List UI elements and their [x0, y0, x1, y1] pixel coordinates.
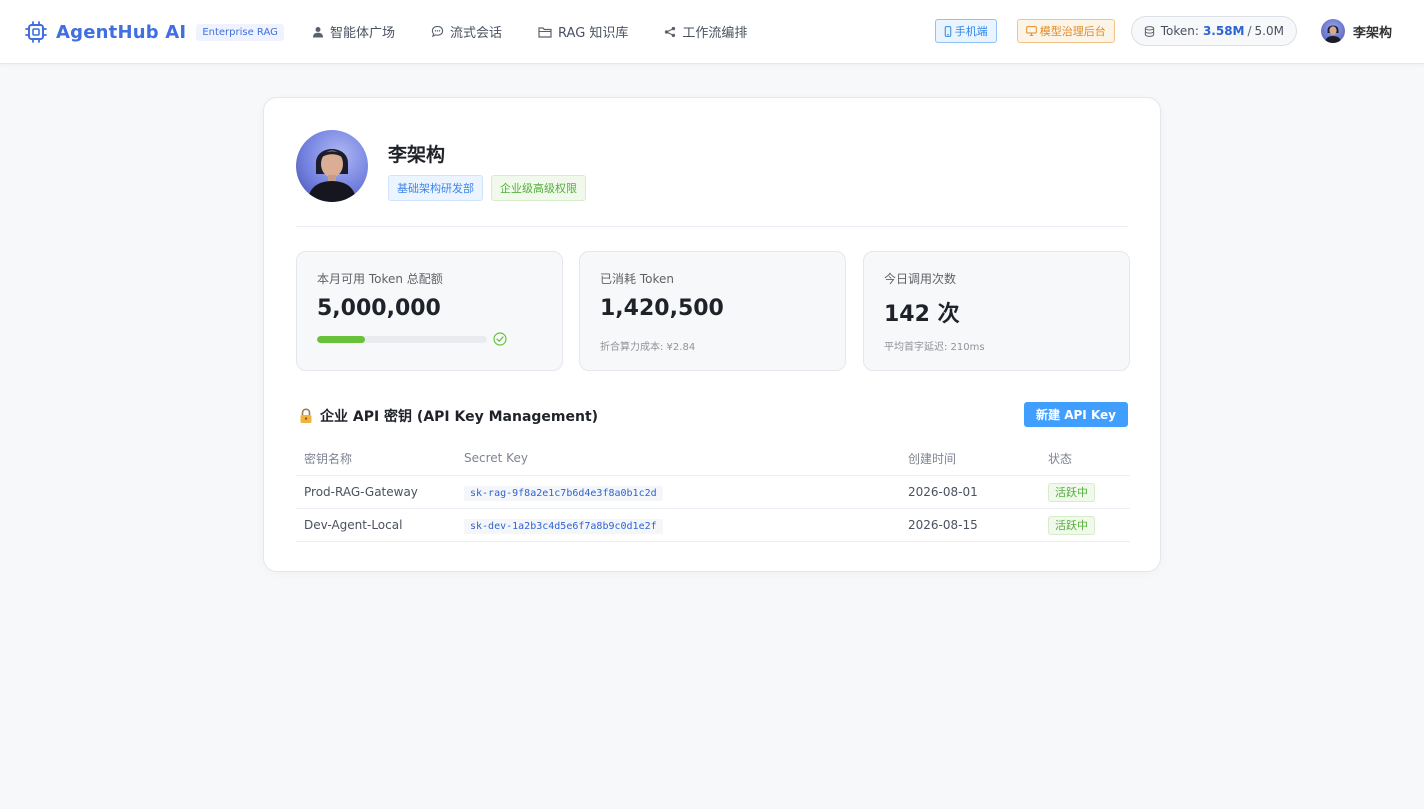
- stat-label: 今日调用次数: [884, 272, 957, 286]
- api-section-title: 企业 API 密钥 (API Key Management): [298, 406, 598, 426]
- mobile-button[interactable]: 手机端: [934, 19, 997, 43]
- nav-label: 智能体广场: [330, 26, 396, 41]
- api-title-text: 企业 API 密钥 (API Key Management): [320, 409, 599, 425]
- column-header-secret-key: Secret Key: [456, 442, 900, 476]
- avatar: [296, 130, 368, 202]
- stat-value: 142 次: [884, 302, 960, 327]
- stat-label: 本月可用 Token 总配额: [317, 272, 443, 286]
- key-name: Dev-Agent-Local: [296, 508, 456, 542]
- stat-card-token-consumed: 已消耗 Token 1,420,500 折合算力成本: ¥2.84: [579, 251, 846, 371]
- lock-icon: [300, 408, 312, 423]
- brand[interactable]: AgentHub AI Enterprise RAG: [24, 20, 284, 44]
- table-row[interactable]: Prod-RAG-Gateway sk-rag-9f8a2e1c7b6d4e3f…: [296, 475, 1130, 509]
- profile-name: 李架构: [388, 144, 446, 166]
- status-badge: 活跃中: [1048, 515, 1095, 535]
- token-total: 5.0M: [1254, 24, 1284, 38]
- profile-info: 李架构 基础架构研发部 企业级高级权限: [388, 130, 586, 202]
- secret-key-cell: sk-rag-9f8a2e1c7b6d4e3f8a0b1c2d: [456, 475, 900, 509]
- permission-tag: 企业级高级权限: [491, 175, 586, 201]
- model-admin-label: 模型治理后台: [1039, 25, 1106, 38]
- mobile-label: 手机端: [954, 25, 988, 38]
- check-circle-icon: [493, 332, 507, 346]
- table-header-row: 密钥名称 Secret Key 创建时间 状态: [296, 442, 1130, 476]
- token-separator: /: [1247, 24, 1252, 38]
- nav-label: 流式会话: [450, 26, 503, 41]
- table-row[interactable]: Dev-Agent-Local sk-dev-1a2b3c4d5e6f7a8b9…: [296, 508, 1130, 542]
- top-navbar: AgentHub AI Enterprise RAG 智能体广场 流式会话 RA…: [0, 0, 1424, 64]
- monitor-icon: [1025, 26, 1037, 36]
- created-date: 2026-08-01: [900, 475, 1040, 509]
- user-menu[interactable]: 李架构: [1320, 19, 1392, 43]
- nav-label: RAG 知识库: [558, 26, 629, 41]
- secret-key-cell: sk-dev-1a2b3c4d5e6f7a8b9c0d1e2f: [456, 508, 900, 542]
- quota-progress-fill: [317, 336, 365, 343]
- stat-label: 已消耗 Token: [600, 272, 674, 286]
- database-icon: [1144, 25, 1154, 37]
- new-api-key-button[interactable]: 新建 API Key: [1024, 402, 1128, 427]
- user-icon: [313, 26, 323, 37]
- quota-progress-bar: [317, 336, 487, 343]
- avatar: [1320, 19, 1345, 43]
- nav-item-rag-knowledge-base[interactable]: RAG 知识库: [538, 22, 628, 41]
- brand-title: AgentHub AI: [56, 21, 187, 43]
- model-admin-button[interactable]: 模型治理后台: [1016, 19, 1115, 43]
- share-nodes-icon: [665, 26, 676, 37]
- brand-badge: Enterprise RAG: [196, 23, 284, 41]
- phone-icon: [944, 25, 952, 37]
- column-header-status: 状态: [1040, 442, 1130, 476]
- stat-sub: 折合算力成本: ¥2.84: [600, 342, 696, 353]
- status-cell: 活跃中: [1040, 508, 1130, 542]
- chat-bubble-icon: [431, 25, 444, 38]
- status-cell: 活跃中: [1040, 475, 1130, 509]
- avatar-image: [1320, 19, 1345, 43]
- api-key-table: 密钥名称 Secret Key 创建时间 状态 Prod-RAG-Gateway…: [296, 442, 1130, 542]
- stat-sub: 平均首字延迟: 210ms: [884, 342, 985, 353]
- column-header-created: 创建时间: [900, 442, 1040, 476]
- key-name: Prod-RAG-Gateway: [296, 475, 456, 509]
- chip-icon: [25, 21, 47, 43]
- avatar-image: [296, 130, 368, 202]
- nav-item-agent-square[interactable]: 智能体广场: [312, 22, 395, 41]
- column-header-key-name: 密钥名称: [296, 442, 456, 476]
- token-used: 3.58M: [1202, 24, 1245, 38]
- stat-value: 1,420,500: [600, 296, 724, 321]
- main-nav: 智能体广场 流式会话 RAG 知识库 工作流编排: [312, 22, 783, 41]
- created-date: 2026-08-15: [900, 508, 1040, 542]
- folder-icon: [538, 26, 552, 38]
- status-badge: 活跃中: [1048, 482, 1095, 502]
- secret-key[interactable]: sk-dev-1a2b3c4d5e6f7a8b9c0d1e2f: [464, 518, 663, 534]
- stat-card-token-quota: 本月可用 Token 总配额 5,000,000: [296, 251, 563, 371]
- token-usage-indicator[interactable]: Token: 3.58M / 5.0M: [1130, 16, 1297, 46]
- profile-header: 李架构 基础架构研发部 企业级高级权限: [296, 130, 586, 202]
- nav-label: 工作流编排: [682, 26, 748, 41]
- nav-item-streaming-chat[interactable]: 流式会话: [431, 22, 502, 41]
- header-tools: 手机端 模型治理后台 Token: 3.58M / 5.0M 李架构: [934, 16, 1392, 46]
- profile-tags: 基础架构研发部 企业级高级权限: [388, 175, 586, 201]
- token-label: Token:: [1160, 24, 1199, 38]
- nav-item-workflow[interactable]: 工作流编排: [664, 22, 747, 41]
- stat-value: 5,000,000: [317, 296, 441, 321]
- department-tag: 基础架构研发部: [388, 175, 483, 201]
- profile-card: 李架构 基础架构研发部 企业级高级权限 本月可用 Token 总配额 5,000…: [263, 97, 1161, 572]
- stat-card-daily-calls: 今日调用次数 142 次 平均首字延迟: 210ms: [863, 251, 1130, 371]
- user-name: 李架构: [1352, 25, 1392, 41]
- secret-key[interactable]: sk-rag-9f8a2e1c7b6d4e3f8a0b1c2d: [464, 485, 663, 501]
- divider: [296, 226, 1128, 227]
